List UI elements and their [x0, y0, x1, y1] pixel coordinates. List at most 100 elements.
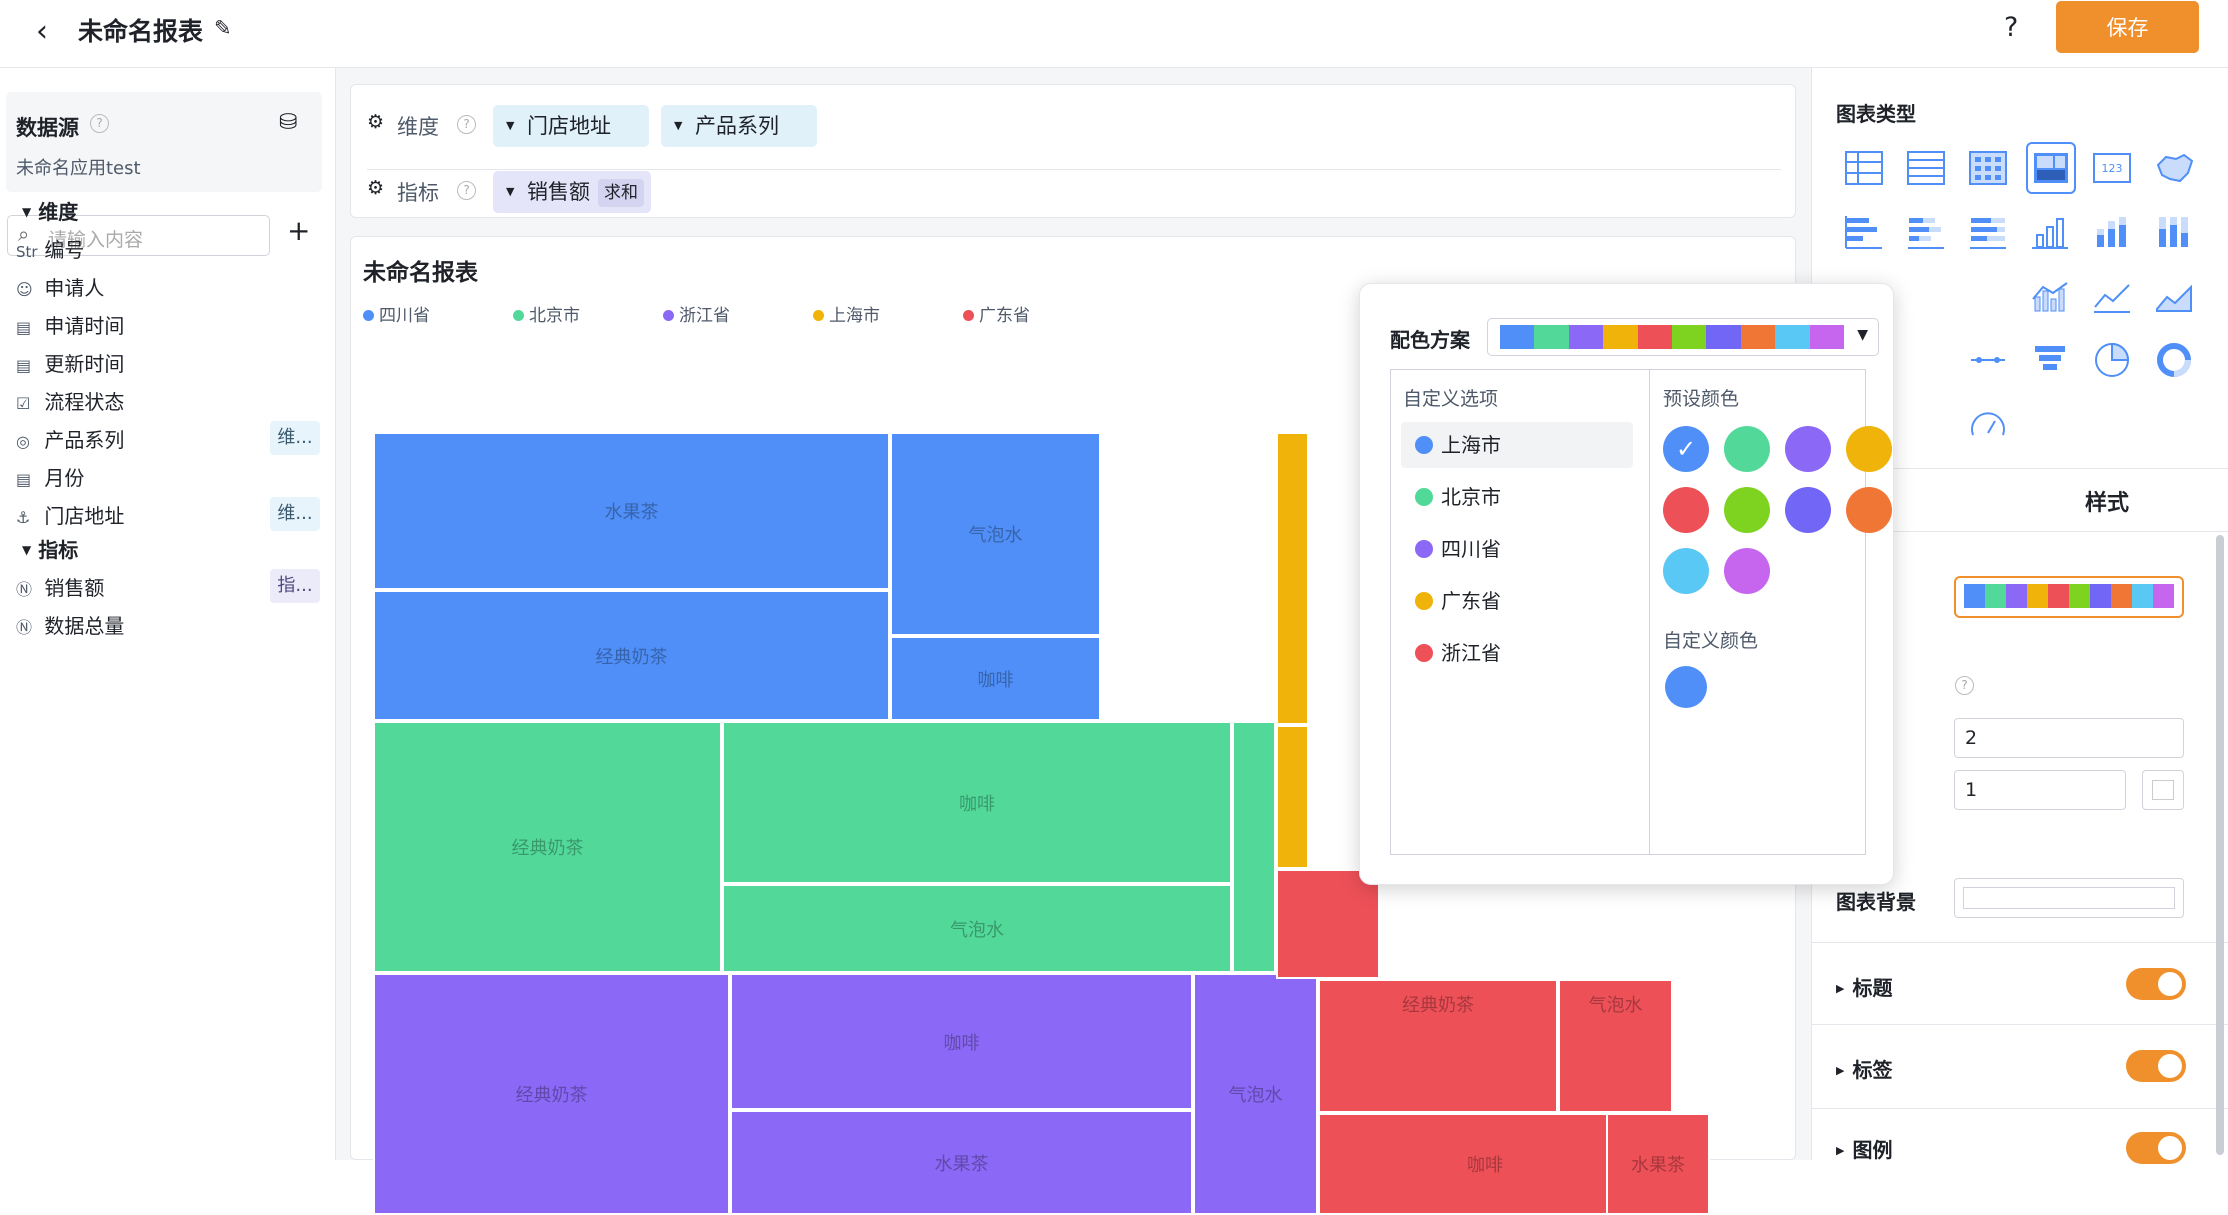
treemap-rect[interactable]: 经典奶茶	[1318, 979, 1558, 1113]
metric-section-header[interactable]: ▼ 指标	[22, 534, 78, 563]
legend-item[interactable]: 广东省	[963, 301, 1030, 326]
help-icon[interactable]: ?	[90, 114, 109, 133]
switch-label: 标签	[1852, 1058, 1893, 1082]
column-chart-icon[interactable]	[2026, 208, 2074, 256]
treemap-chart-icon-selected[interactable]	[2026, 142, 2076, 194]
funnel-link-icon[interactable]	[1964, 336, 2012, 384]
field-item-id[interactable]: Str 编号	[16, 234, 320, 268]
label-switch-row[interactable]: ▶ 标签	[1836, 1054, 1892, 1083]
legend-item[interactable]: 浙江省	[663, 301, 730, 326]
donut-chart-icon[interactable]	[2150, 336, 2198, 384]
preset-color-swatch[interactable]	[1846, 426, 1892, 472]
field-item-process-status[interactable]: ☑ 流程状态	[16, 386, 320, 420]
preset-color-swatch[interactable]	[1663, 548, 1709, 594]
treemap-rect[interactable]: 咖啡	[890, 636, 1101, 721]
combo-chart-icon[interactable]	[2026, 272, 2074, 320]
line-chart-icon[interactable]	[2088, 272, 2136, 320]
field-item-sales[interactable]: Ⓝ 销售额 指...	[16, 569, 320, 606]
help-icon[interactable]: ?	[457, 115, 476, 134]
treemap-rect[interactable]	[1276, 869, 1380, 979]
treemap-rect[interactable]: 水果茶	[1606, 1113, 1710, 1215]
treemap-rect[interactable]: 气泡水	[722, 884, 1232, 973]
panel-scrollbar[interactable]	[2216, 535, 2224, 1155]
color-scheme-select[interactable]	[1954, 576, 2184, 618]
treemap-rect[interactable]: 咖啡	[722, 721, 1232, 884]
back-arrow-icon[interactable]: ‹	[36, 14, 48, 49]
field-item-data-count[interactable]: Ⓝ 数据总量	[16, 610, 320, 644]
preset-color-swatch[interactable]	[1846, 487, 1892, 533]
city-color-item[interactable]: 北京市	[1401, 474, 1633, 520]
label-toggle[interactable]	[2126, 1050, 2186, 1082]
database-icon[interactable]: ⛁	[279, 110, 297, 135]
field-item-month[interactable]: ▤ 月份	[16, 462, 320, 496]
area-chart-icon[interactable]	[2150, 272, 2198, 320]
color-dot	[1415, 436, 1433, 454]
title-toggle[interactable]	[2126, 968, 2186, 1000]
table-chart-icon[interactable]	[1840, 144, 1888, 192]
color-scheme-dropdown[interactable]: ▼	[1487, 318, 1879, 356]
gauge-chart-icon[interactable]	[1964, 400, 2012, 448]
treemap-rect[interactable]: 经典奶茶	[373, 590, 890, 721]
city-color-item[interactable]: 上海市	[1401, 422, 1633, 468]
stacked-horizontal-bar-icon[interactable]	[1902, 208, 1950, 256]
help-icon[interactable]: ?	[2004, 12, 2018, 43]
treemap-rect[interactable]: 咖啡	[730, 973, 1193, 1110]
preset-color-swatch-selected[interactable]: ✓	[1663, 426, 1709, 472]
funnel-chart-icon[interactable]	[2026, 336, 2074, 384]
edit-pencil-icon[interactable]: ✎	[214, 16, 232, 40]
city-color-item[interactable]: 四川省	[1401, 526, 1633, 572]
metric-chip-sales[interactable]: ▼ 销售额 求和	[493, 171, 651, 213]
dimension-chip-product-series[interactable]: ▼ 产品系列	[661, 105, 817, 147]
treemap-rect[interactable]: 气泡水	[890, 432, 1101, 636]
treemap-rect[interactable]: 咖啡	[1318, 1113, 1652, 1215]
custom-color-swatch[interactable]	[1665, 666, 1707, 708]
legend-toggle[interactable]	[2126, 1132, 2186, 1164]
percent-horizontal-bar-icon[interactable]	[1964, 208, 2012, 256]
field-item-product-series[interactable]: ◎ 产品系列 维...	[16, 421, 320, 458]
percent-column-icon[interactable]	[2150, 208, 2198, 256]
preset-color-swatch[interactable]	[1785, 426, 1831, 472]
help-icon[interactable]: ?	[457, 181, 476, 200]
setting-input-1[interactable]: 2	[1954, 718, 2184, 758]
field-item-store-address[interactable]: ⚓ 门店地址 维...	[16, 497, 320, 534]
legend-item[interactable]: 上海市	[813, 301, 880, 326]
pie-chart-icon[interactable]	[2088, 336, 2136, 384]
color-picker-box[interactable]	[2142, 770, 2184, 810]
tab-style[interactable]: 样式	[2032, 485, 2182, 517]
legend-switch-row[interactable]: ▶ 图例	[1836, 1134, 1892, 1163]
field-item-applicant[interactable]: ☺ 申请人	[16, 272, 320, 306]
field-item-apply-time[interactable]: ▤ 申请时间	[16, 310, 320, 344]
field-item-update-time[interactable]: ▤ 更新时间	[16, 348, 320, 382]
map-chart-icon[interactable]	[2150, 144, 2198, 192]
preset-color-swatch[interactable]	[1663, 487, 1709, 533]
help-icon[interactable]: ?	[1955, 676, 1974, 695]
title-switch-row[interactable]: ▶ 标题	[1836, 972, 1892, 1001]
preset-color-swatch[interactable]	[1724, 548, 1770, 594]
city-color-item[interactable]: 广东省	[1401, 578, 1633, 624]
pivot-table-icon[interactable]	[1964, 144, 2012, 192]
chart-background-picker[interactable]	[1954, 878, 2184, 918]
dimension-chip-store-address[interactable]: ▼ 门店地址	[493, 105, 649, 147]
stacked-column-icon[interactable]	[2088, 208, 2136, 256]
preset-color-swatch[interactable]	[1724, 487, 1770, 533]
treemap-rect[interactable]	[1276, 432, 1309, 725]
treemap-rect[interactable]: 气泡水	[1193, 973, 1318, 1215]
preset-color-swatch[interactable]	[1785, 487, 1831, 533]
treemap-rect[interactable]: 气泡水	[1558, 979, 1673, 1113]
dimension-section-header[interactable]: ▼ 维度	[22, 196, 78, 225]
indicator-card-icon[interactable]: 123	[2088, 144, 2136, 192]
treemap-rect[interactable]: 经典奶茶	[373, 973, 730, 1215]
setting-input-2[interactable]: 1	[1954, 770, 2126, 810]
detail-table-icon[interactable]	[1902, 144, 1950, 192]
treemap-rect[interactable]: 经典奶茶	[373, 721, 722, 973]
legend-item[interactable]: 北京市	[513, 301, 580, 326]
horizontal-bar-icon[interactable]	[1840, 208, 1888, 256]
legend-item[interactable]: 四川省	[363, 301, 430, 326]
save-button[interactable]: 保存	[2056, 1, 2199, 53]
city-color-item[interactable]: 浙江省	[1401, 630, 1633, 676]
treemap-rect[interactable]: 水果茶	[730, 1110, 1193, 1215]
treemap-rect[interactable]	[1232, 721, 1276, 973]
preset-color-swatch[interactable]	[1724, 426, 1770, 472]
treemap-rect[interactable]: 水果茶	[373, 432, 890, 590]
treemap-rect[interactable]	[1276, 725, 1309, 869]
